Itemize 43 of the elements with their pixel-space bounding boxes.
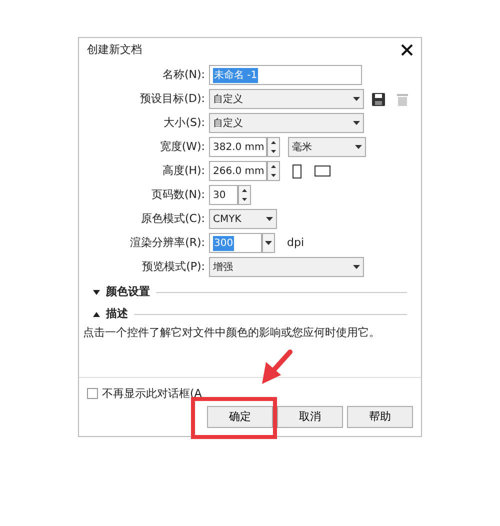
dialog-button[interactable]: 确定 [207, 406, 273, 428]
caret-icon [265, 241, 272, 245]
portrait-icon[interactable] [292, 164, 302, 178]
arrow-annotation [261, 349, 293, 385]
description-text: 点击一个控件了解它对文件中颜色的影响或您应何时使用它。 [82, 325, 381, 341]
input-field[interactable]: 30 [209, 185, 238, 205]
section-header[interactable]: 颜色设置 [106, 284, 150, 300]
dropdown-button[interactable] [262, 233, 275, 253]
field-label: 大小(S): [162, 114, 205, 131]
field-label: 名称(N): [161, 66, 205, 83]
spinner[interactable] [267, 137, 280, 157]
field-label: 渲染分辨率(R): [129, 234, 205, 251]
spinner[interactable] [267, 161, 280, 181]
field-label: 高度(H): [161, 162, 205, 179]
field-label: 页码数(N): [150, 186, 205, 203]
input-field[interactable]: 382.0 mm [209, 137, 267, 157]
dropdown[interactable]: 增强 [209, 257, 364, 277]
save-icon[interactable] [372, 92, 385, 106]
window-title: 创建新文档 [87, 42, 142, 58]
close-icon[interactable] [401, 44, 413, 56]
caret-icon [355, 145, 362, 149]
caret-icon [266, 217, 273, 221]
field-label: 预设目标(D): [139, 90, 205, 107]
caret-icon [353, 97, 360, 101]
field-label: 宽度(W): [158, 138, 205, 155]
dropdown[interactable]: CMYK [209, 209, 277, 229]
input-field[interactable]: 266.0 mm [209, 161, 267, 181]
collapse-icon[interactable] [93, 312, 100, 316]
caret-icon [353, 265, 360, 269]
caret-icon [353, 121, 360, 125]
landscape-icon[interactable] [314, 165, 331, 177]
unit-label: dpi [287, 234, 304, 251]
dropdown[interactable]: 毫米 [288, 137, 366, 157]
dialog-button[interactable]: 取消 [277, 406, 343, 428]
section-header[interactable]: 描述 [106, 306, 128, 322]
field-label: 原色模式(C): [140, 210, 205, 227]
checkbox[interactable] [87, 388, 98, 400]
spinner[interactable] [238, 185, 251, 205]
dialog-button[interactable]: 帮助 [347, 406, 413, 428]
field-label: 预览模式(P): [141, 258, 205, 275]
dropdown[interactable]: 自定义 [209, 89, 364, 109]
expand-icon[interactable] [93, 290, 100, 294]
dropdown[interactable]: 自定义 [209, 113, 364, 133]
